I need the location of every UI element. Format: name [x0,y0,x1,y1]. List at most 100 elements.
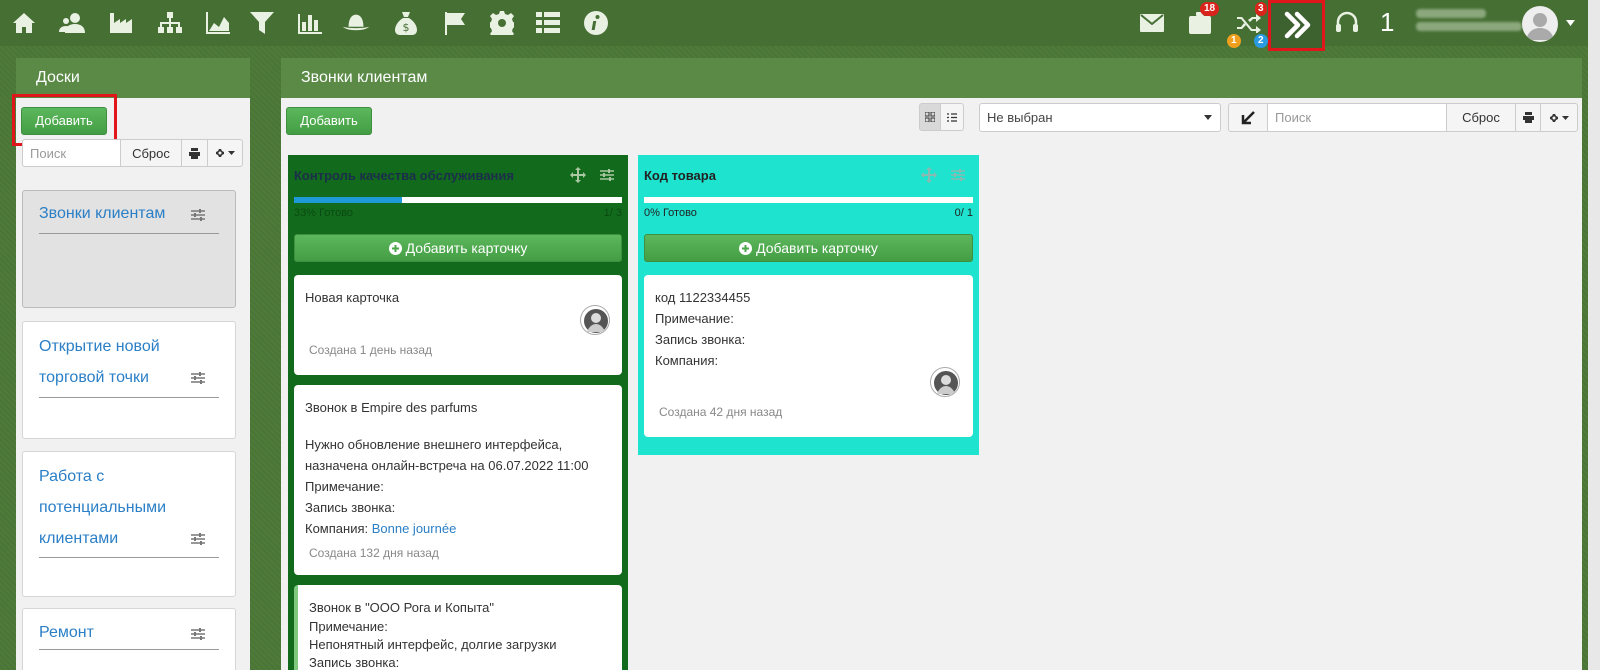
card-created: Создана 1 день назад [309,343,432,357]
add-card-button[interactable]: Добавить карточку [294,234,622,262]
board-item-label: Звонки клиентам [39,205,166,222]
card-record-label: Запись звонка: [309,655,400,670]
card-note-label: Примечание: [309,619,388,634]
select-caret-icon [1204,115,1212,120]
board-item-label: Работа с потенциальными клиентами [39,468,167,547]
card-text: Непонятный интерфейс, долгие загрузки [309,637,557,652]
card-company-row: Компания: Bonne journée [305,518,611,539]
card-record-label: Запись звонка: [305,500,396,515]
flag-icon[interactable] [442,9,468,37]
move-icon[interactable] [570,167,586,183]
kanban-card[interactable]: код 1122334455 Примечание: Запись звонка… [644,275,973,437]
card-avatar [930,367,960,397]
card-title: код 1122334455 [655,290,751,305]
orange-count-badge: 1 [1227,34,1241,48]
card-title: Звонок в "ООО Рога и Копыта" [309,600,494,615]
card-avatar [580,305,610,335]
board-item-new-store[interactable]: Открытие новой торговой точки [22,321,236,439]
page-scrollbar[interactable] [1588,0,1600,670]
print-icon[interactable] [1515,103,1541,132]
gear-icon[interactable] [489,9,515,37]
print-icon[interactable] [181,139,208,167]
board-title: Звонки клиентам [281,58,1582,98]
settings-dropdown-button[interactable] [1540,103,1578,132]
bar-chart-icon[interactable] [297,9,323,37]
board-divider [39,233,219,234]
list-icon[interactable] [535,9,561,37]
column-progress-bar [644,197,973,203]
progress-count: 1/ 3 [603,207,622,219]
board-item-calls[interactable]: Звонки клиентам [22,190,236,308]
highlight-frame [1268,0,1325,51]
user-avatar[interactable] [1522,6,1558,42]
card-created: Создана 132 дня назад [309,546,439,560]
tasks-badge: 18 [1200,2,1220,16]
card-record-label: Запись звонка: [655,332,746,347]
info-icon[interactable] [583,9,609,37]
shuffle-badge: 3 [1255,2,1267,16]
plus-circle-icon [739,241,753,255]
add-column-button[interactable]: Добавить [286,107,372,135]
filter-select-value: Не выбран [987,110,1053,125]
user-menu-caret-icon[interactable] [1566,20,1575,26]
envelope-icon[interactable] [1139,9,1165,37]
boards-panel-title: Доски [16,58,250,98]
add-card-label: Добавить карточку [756,240,878,256]
kanban-column-product-code: Код товара 0% Готово 0/ 1 Добавить карто… [638,155,979,455]
svg-text:$: $ [403,21,410,34]
headset-icon[interactable] [1334,9,1360,37]
card-note-label: Примечание: [305,479,384,494]
money-bag-icon[interactable]: $ [393,9,419,37]
card-created: Создана 42 дня назад [659,405,783,419]
factory-icon[interactable] [108,9,134,37]
sliders-icon[interactable] [191,628,205,640]
card-company-label: Компания: [305,521,369,536]
boards-reset-button[interactable]: Сброс [120,139,182,167]
filter-icon[interactable] [249,9,275,37]
sliders-icon[interactable] [600,169,614,181]
boards-search-input[interactable]: Поиск [22,139,121,167]
users-icon[interactable] [59,9,85,37]
area-chart-icon[interactable] [205,9,231,37]
move-icon[interactable] [921,167,937,183]
card-note-label: Примечание: [655,311,734,326]
blue-count-badge: 2 [1254,34,1268,48]
sliders-icon[interactable] [191,209,205,221]
sliders-icon[interactable] [191,372,205,384]
board-item-label: Открытие новой торговой точки [39,338,160,386]
sliders-icon[interactable] [191,533,205,545]
board-item-repair[interactable]: Ремонт [22,608,236,670]
board-item-label: Ремонт [39,624,94,641]
add-card-label: Добавить карточку [405,240,528,256]
list-view-icon[interactable] [940,103,964,131]
home-icon[interactable] [11,9,37,37]
card-text: Нужно обновление внешнего интерфейса, [305,437,563,452]
column-title: Код товара [644,168,716,183]
sitemap-icon[interactable] [157,9,183,37]
kanban-column-quality: Контроль качества обслуживания 33% Готов… [288,155,628,670]
company-link[interactable]: Bonne journée [372,521,457,536]
card-company-label: Компания: [655,353,719,368]
progress-text: 33% Готово [294,207,354,219]
add-card-button[interactable]: Добавить карточку [644,234,973,262]
top-navbar: $ 18 3 1 2 1 [0,0,1600,51]
board-divider [39,649,219,650]
settings-dropdown-button[interactable] [207,139,243,167]
card-title: Звонок в Empire des parfums [305,400,478,415]
hat-icon[interactable] [343,9,369,37]
collapse-arrow-icon[interactable] [1228,103,1268,132]
kanban-card[interactable]: Новая карточка Создана 1 день назад [294,275,622,375]
board-item-prospects[interactable]: Работа с потенциальными клиентами [22,451,236,597]
cards-reset-button[interactable]: Сброс [1446,103,1516,132]
online-counter: 1 [1380,7,1395,37]
plus-circle-icon [388,241,402,255]
progress-text: 0% Готово [644,207,697,219]
kanban-card[interactable]: Звонок в "ООО Рога и Копыта" Примечание:… [294,585,622,670]
filter-select[interactable]: Не выбран [979,103,1221,132]
column-progress-bar [294,197,622,203]
sliders-icon[interactable] [951,169,965,181]
card-title: Новая карточка [305,290,400,305]
cards-search-input[interactable]: Поиск [1267,103,1447,132]
kanban-card[interactable]: Звонок в Empire des parfums Нужно обновл… [294,385,622,575]
grid-view-icon[interactable] [919,103,941,131]
